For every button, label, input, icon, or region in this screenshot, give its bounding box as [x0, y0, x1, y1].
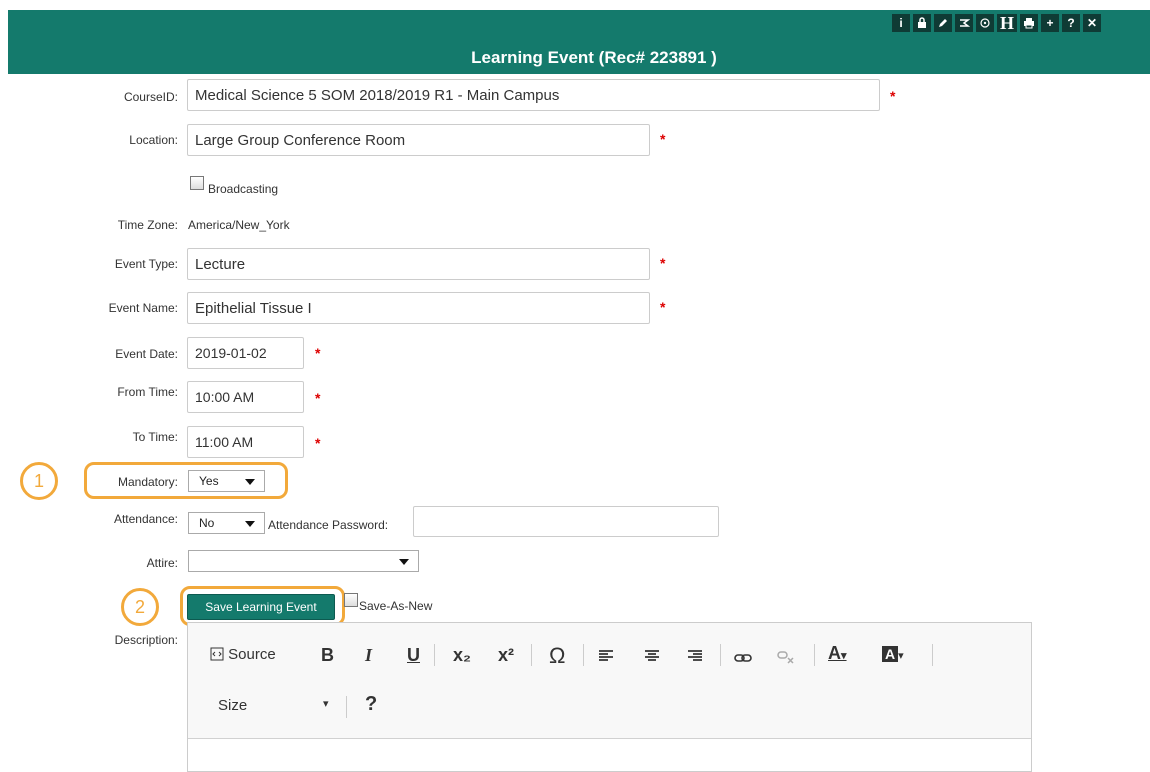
- location-label: Location:: [129, 133, 178, 147]
- event-name-field[interactable]: Epithelial Tissue I: [187, 292, 650, 324]
- print-icon[interactable]: [1020, 14, 1038, 32]
- bold-button[interactable]: B: [321, 645, 334, 666]
- move-icon[interactable]: [976, 14, 994, 32]
- attendance-value: No: [199, 516, 215, 530]
- callout-badge-2: 2: [121, 588, 159, 626]
- add-icon[interactable]: +: [1041, 14, 1059, 32]
- mandatory-label: Mandatory:: [117, 475, 178, 489]
- edit-icon[interactable]: [934, 14, 952, 32]
- italic-button[interactable]: I: [365, 645, 372, 666]
- course-label: CourseID:: [123, 90, 178, 104]
- mandatory-value: Yes: [199, 474, 219, 488]
- dropdown-caret-icon: ▾: [898, 650, 904, 662]
- align-right-icon[interactable]: [687, 647, 703, 668]
- attendance-label: Attendance:: [113, 512, 178, 526]
- text-color-button[interactable]: A▾: [828, 643, 847, 664]
- event-type-field[interactable]: Lecture: [187, 248, 650, 280]
- help-icon[interactable]: ?: [1062, 14, 1080, 32]
- text-color-label: A: [828, 643, 841, 663]
- size-select[interactable]: Size ▾: [218, 697, 329, 714]
- required-mark: *: [660, 131, 666, 147]
- source-button[interactable]: Source: [210, 646, 276, 663]
- unlink-icon[interactable]: [777, 648, 795, 669]
- required-mark: *: [660, 299, 666, 315]
- description-label: Description:: [114, 633, 178, 647]
- event-name-label: Event Name:: [108, 301, 178, 315]
- required-mark: *: [315, 390, 321, 406]
- special-char-button[interactable]: Ω: [549, 643, 565, 669]
- help-button[interactable]: ?: [365, 693, 377, 716]
- chevron-down-icon: [245, 521, 255, 527]
- underline-button[interactable]: U: [407, 645, 420, 666]
- attendance-select[interactable]: No: [188, 512, 265, 534]
- size-label: Size: [218, 697, 248, 714]
- timezone-value: America/New_York: [188, 218, 290, 232]
- dropdown-caret-icon: ▾: [841, 650, 847, 662]
- header-toolbar: i H + ? ✕: [892, 14, 1101, 32]
- chevron-down-icon: [245, 479, 255, 485]
- lock-icon[interactable]: [913, 14, 931, 32]
- to-time-label: To Time:: [132, 430, 178, 444]
- superscript-button[interactable]: x²: [498, 645, 514, 666]
- save-as-new-label: Save-As-New: [359, 599, 433, 613]
- save-learning-event-button[interactable]: Save Learning Event: [187, 594, 335, 620]
- editor-toolbar: Source B I U x₂ x² Ω A▾ A ▾ Size ▾ ?: [188, 623, 1031, 739]
- source-label: Source: [228, 646, 276, 663]
- course-field[interactable]: Medical Science 5 SOM 2018/2019 R1 - Mai…: [187, 79, 880, 111]
- toolbar-separator: [434, 644, 435, 666]
- heading-icon[interactable]: H: [997, 14, 1017, 32]
- link-icon[interactable]: [734, 648, 752, 669]
- required-mark: *: [660, 255, 666, 271]
- toolbar-separator: [583, 644, 584, 666]
- toolbar-separator: [932, 644, 933, 666]
- close-icon[interactable]: ✕: [1083, 14, 1101, 32]
- event-date-label: Event Date:: [115, 347, 178, 361]
- toolbar-separator: [720, 644, 721, 666]
- subscript-button[interactable]: x₂: [453, 645, 471, 666]
- mandatory-select[interactable]: Yes: [188, 470, 265, 492]
- approve-icon[interactable]: [955, 14, 973, 32]
- attire-select[interactable]: [188, 550, 419, 572]
- from-time-field[interactable]: 10:00 AM: [187, 381, 304, 413]
- dropdown-caret-icon: ▾: [323, 698, 329, 710]
- attendance-password-field[interactable]: [413, 506, 719, 537]
- window-header: i H + ? ✕ Learning Event (Rec# 223891 ): [8, 10, 1150, 74]
- toolbar-separator: [346, 696, 347, 718]
- toolbar-separator: [531, 644, 532, 666]
- broadcasting-checkbox[interactable]: [190, 176, 204, 190]
- source-icon: [210, 647, 224, 661]
- attire-label: Attire:: [146, 556, 178, 570]
- event-type-label: Event Type:: [114, 257, 178, 271]
- chevron-down-icon: [399, 559, 409, 565]
- broadcasting-label: Broadcasting: [208, 182, 279, 196]
- align-center-icon[interactable]: [644, 647, 660, 668]
- required-mark: *: [315, 345, 321, 361]
- timezone-label: Time Zone:: [117, 218, 178, 232]
- required-mark: *: [315, 435, 321, 451]
- align-left-icon[interactable]: [598, 647, 614, 668]
- info-icon[interactable]: i: [892, 14, 910, 32]
- event-date-field[interactable]: 2019-01-02: [187, 337, 304, 369]
- location-field[interactable]: Large Group Conference Room: [187, 124, 650, 156]
- attendance-password-label: Attendance Password:: [268, 518, 389, 532]
- bg-color-button[interactable]: A ▾: [882, 643, 904, 664]
- save-as-new-checkbox[interactable]: [344, 593, 358, 607]
- page-title: Learning Event (Rec# 223891 ): [471, 48, 717, 67]
- bg-color-label: A: [882, 646, 899, 662]
- description-editor[interactable]: Source B I U x₂ x² Ω A▾ A ▾ Size ▾ ?: [187, 622, 1032, 772]
- required-mark: *: [890, 88, 896, 104]
- from-time-label: From Time:: [117, 385, 178, 399]
- toolbar-separator: [814, 644, 815, 666]
- to-time-field[interactable]: 11:00 AM: [187, 426, 304, 458]
